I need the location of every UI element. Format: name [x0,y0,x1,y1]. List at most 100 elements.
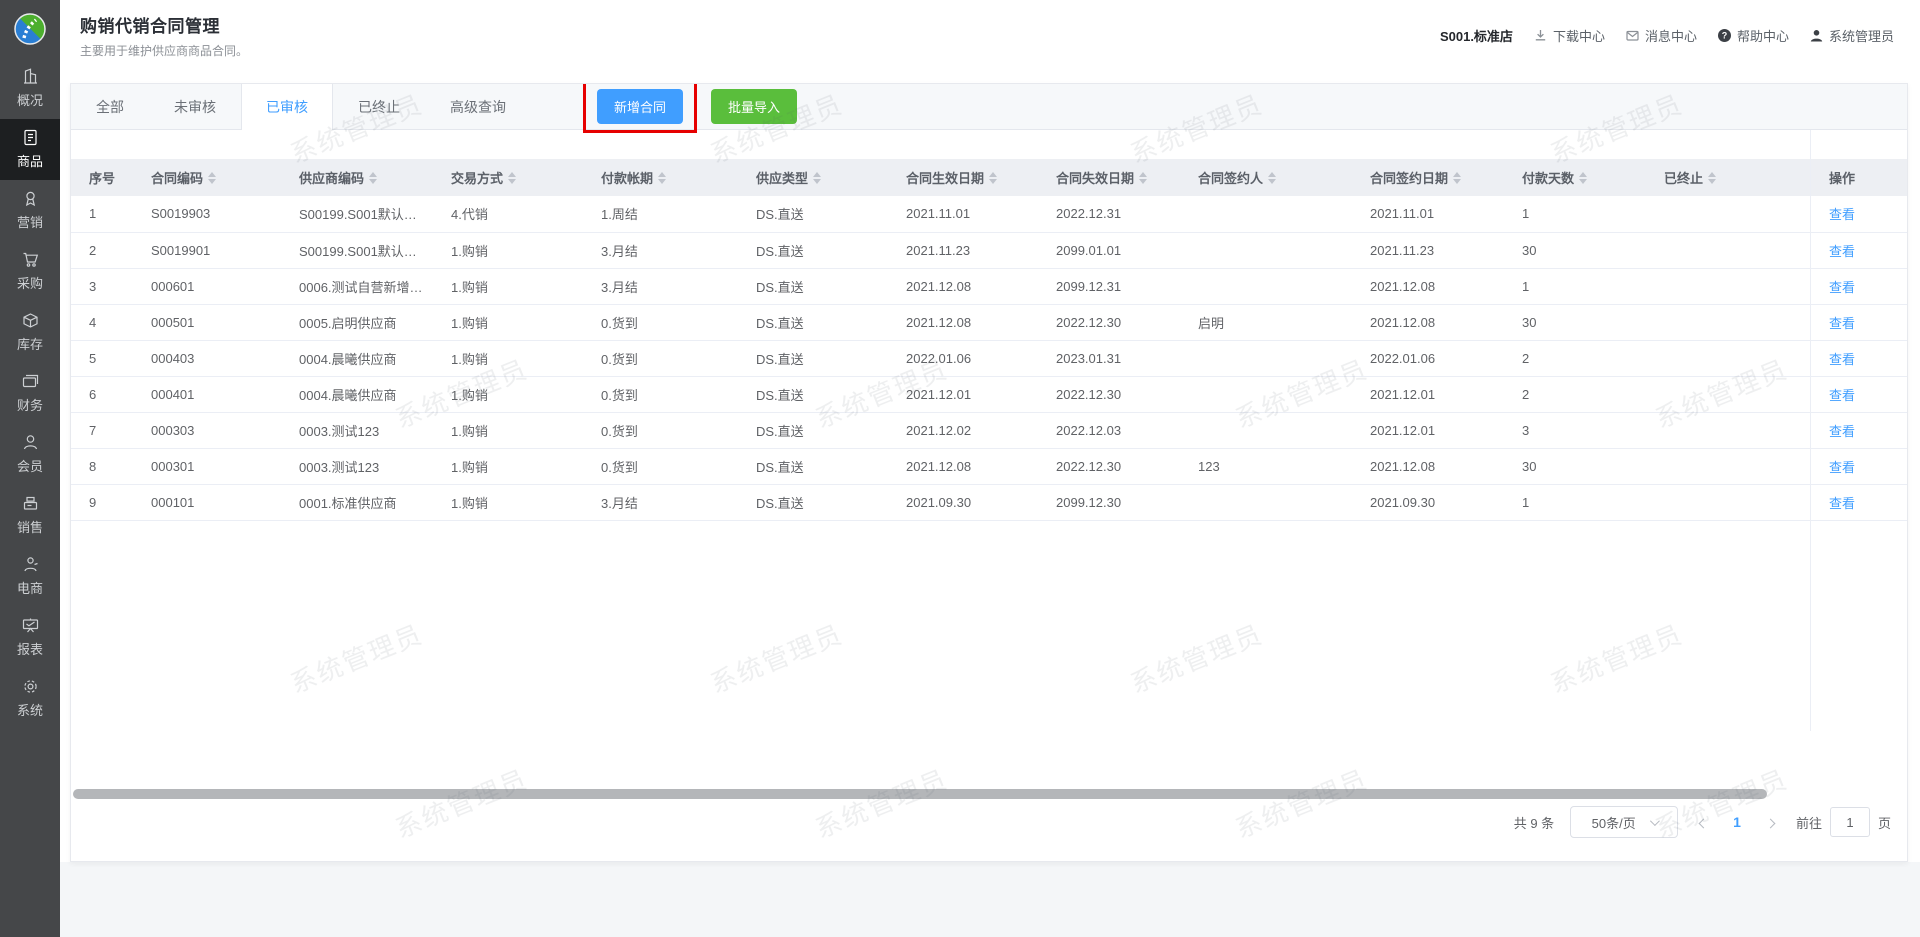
cell-payment-days: 30 [1504,232,1646,269]
cell-payment-days: 2 [1504,376,1646,413]
prev-page-button[interactable] [1694,811,1713,834]
cell-supply-type: DS.直送 [738,196,888,233]
sort-icon[interactable] [1139,171,1148,184]
sidebar-item-7[interactable]: 会员 [0,424,60,485]
cell-contract-code: 000501 [133,304,281,341]
sort-icon[interactable] [1453,171,1462,184]
column-header-expire-date[interactable]: 合同失效日期 [1038,159,1180,196]
cell-sign-date: 2021.09.30 [1352,484,1504,521]
app-logo[interactable] [0,0,60,58]
tab-3[interactable]: 已审核 [241,84,333,130]
goto-page: 前往 页 [1796,807,1891,837]
sidebar-item-6[interactable]: 财务 [0,363,60,424]
sort-icon[interactable] [813,171,822,184]
sidebar-item-1[interactable]: 概况 [0,58,60,119]
cell-signer [1180,268,1352,305]
view-link[interactable]: 查看 [1829,207,1855,222]
cell-seq: 6 [71,376,133,413]
fixed-column-divider [1810,130,1811,731]
header-link-3[interactable]: ? 帮助中心 [1717,26,1789,45]
view-link[interactable]: 查看 [1829,460,1855,475]
page-size-select[interactable]: 50条/页 [1570,806,1679,838]
sidebar-item-5[interactable]: 库存 [0,302,60,363]
sidebar-item-2[interactable]: 商品 [0,119,60,180]
tab-5[interactable]: 高级查询 [425,84,531,129]
tab-2[interactable]: 未审核 [149,84,241,129]
store-name[interactable]: S001.标准店 [1440,26,1513,45]
column-header-trade-mode[interactable]: 交易方式 [433,159,583,196]
cell-terminated [1646,484,1811,521]
sidebar-item-4[interactable]: 采购 [0,241,60,302]
sort-icon[interactable] [1579,171,1588,184]
cell-payment-days: 3 [1504,412,1646,449]
column-label: 交易方式 [451,171,504,186]
page-subtitle: 主要用于维护供应商商品合同。 [80,43,249,58]
cell-effective-date: 2021.11.01 [888,196,1038,233]
view-link[interactable]: 查看 [1829,316,1855,331]
sort-icon[interactable] [208,171,217,184]
cell-signer [1180,232,1352,269]
batch-import-button[interactable]: 批量导入 [711,89,798,124]
view-link[interactable]: 查看 [1829,352,1855,367]
cell-supplier-code: 0001.标准供应商 [281,484,433,521]
view-link[interactable]: 查看 [1829,388,1855,403]
page-background-strip [60,862,1920,937]
tab-1[interactable]: 全部 [71,84,149,129]
cell-payment-term: 3.月结 [583,268,738,305]
cell-trade-mode: 1.购销 [433,340,583,377]
goto-page-input[interactable] [1829,807,1870,837]
sort-icon[interactable] [658,171,667,184]
column-header-contract-code[interactable]: 合同编码 [133,159,281,196]
sort-icon[interactable] [369,171,378,184]
sort-icon[interactable] [508,171,517,184]
sidebar-item-10[interactable]: 报表 [0,607,60,668]
header-link-1[interactable]: 下载中心 [1533,26,1605,45]
logo-icon [14,13,46,45]
column-label: 序号 [89,171,116,186]
column-label: 合同签约日期 [1370,171,1449,186]
horizontal-scrollbar-track [73,789,1767,799]
cell-trade-mode: 1.购销 [433,376,583,413]
sidebar-item-3[interactable]: 营销 [0,180,60,241]
view-link[interactable]: 查看 [1829,424,1855,439]
column-header-effective-date[interactable]: 合同生效日期 [888,159,1038,196]
header-link-4[interactable]: 系统管理员 [1809,26,1894,45]
tab-4[interactable]: 已终止 [333,84,425,129]
view-link[interactable]: 查看 [1829,496,1855,511]
view-link[interactable]: 查看 [1829,244,1855,259]
cell-sign-date: 2021.12.01 [1352,376,1504,413]
cell-seq: 9 [71,484,133,521]
cell-expire-date: 2099.12.30 [1038,484,1180,521]
header-link-2[interactable]: 消息中心 [1625,26,1697,45]
cell-payment-term: 0.货到 [583,376,738,413]
column-header-sign-date[interactable]: 合同签约日期 [1352,159,1504,196]
view-link[interactable]: 查看 [1829,280,1855,295]
total-count: 共 9 条 [1513,815,1555,831]
sidebar-item-11[interactable]: 系统 [0,668,60,729]
cell-signer [1180,376,1352,413]
cell-supply-type: DS.直送 [738,304,888,341]
sidebar-item-8[interactable]: 销售 [0,485,60,546]
sidebar-item-9[interactable]: 电商 [0,546,60,607]
add-contract-button[interactable]: 新增合同 [597,89,684,124]
column-header-terminated[interactable]: 已终止 [1646,159,1811,196]
cell-terminated [1646,376,1811,413]
sort-icon[interactable] [989,171,998,184]
column-header-signer[interactable]: 合同签约人 [1180,159,1352,196]
column-header-payment-term[interactable]: 付款帐期 [583,159,738,196]
column-header-supplier-code[interactable]: 供应商编码 [281,159,433,196]
current-page-number[interactable]: 1 [1729,814,1745,830]
column-label: 合同签约人 [1198,171,1264,186]
horizontal-scrollbar-thumb[interactable] [73,789,1767,799]
sidebar-item-label: 报表 [16,642,43,657]
cell-supplier-code: 0004.晨曦供应商 [281,376,433,413]
cell-contract-code: 000101 [133,484,281,521]
sort-icon[interactable] [1708,171,1717,184]
next-page-button[interactable] [1761,811,1780,834]
cell-terminated [1646,412,1811,449]
column-header-actions: 操作 [1811,159,1907,196]
sort-icon[interactable] [1268,171,1277,184]
column-header-supply-type[interactable]: 供应类型 [738,159,888,196]
column-header-payment-days[interactable]: 付款天数 [1504,159,1646,196]
cell-effective-date: 2021.11.23 [888,232,1038,269]
